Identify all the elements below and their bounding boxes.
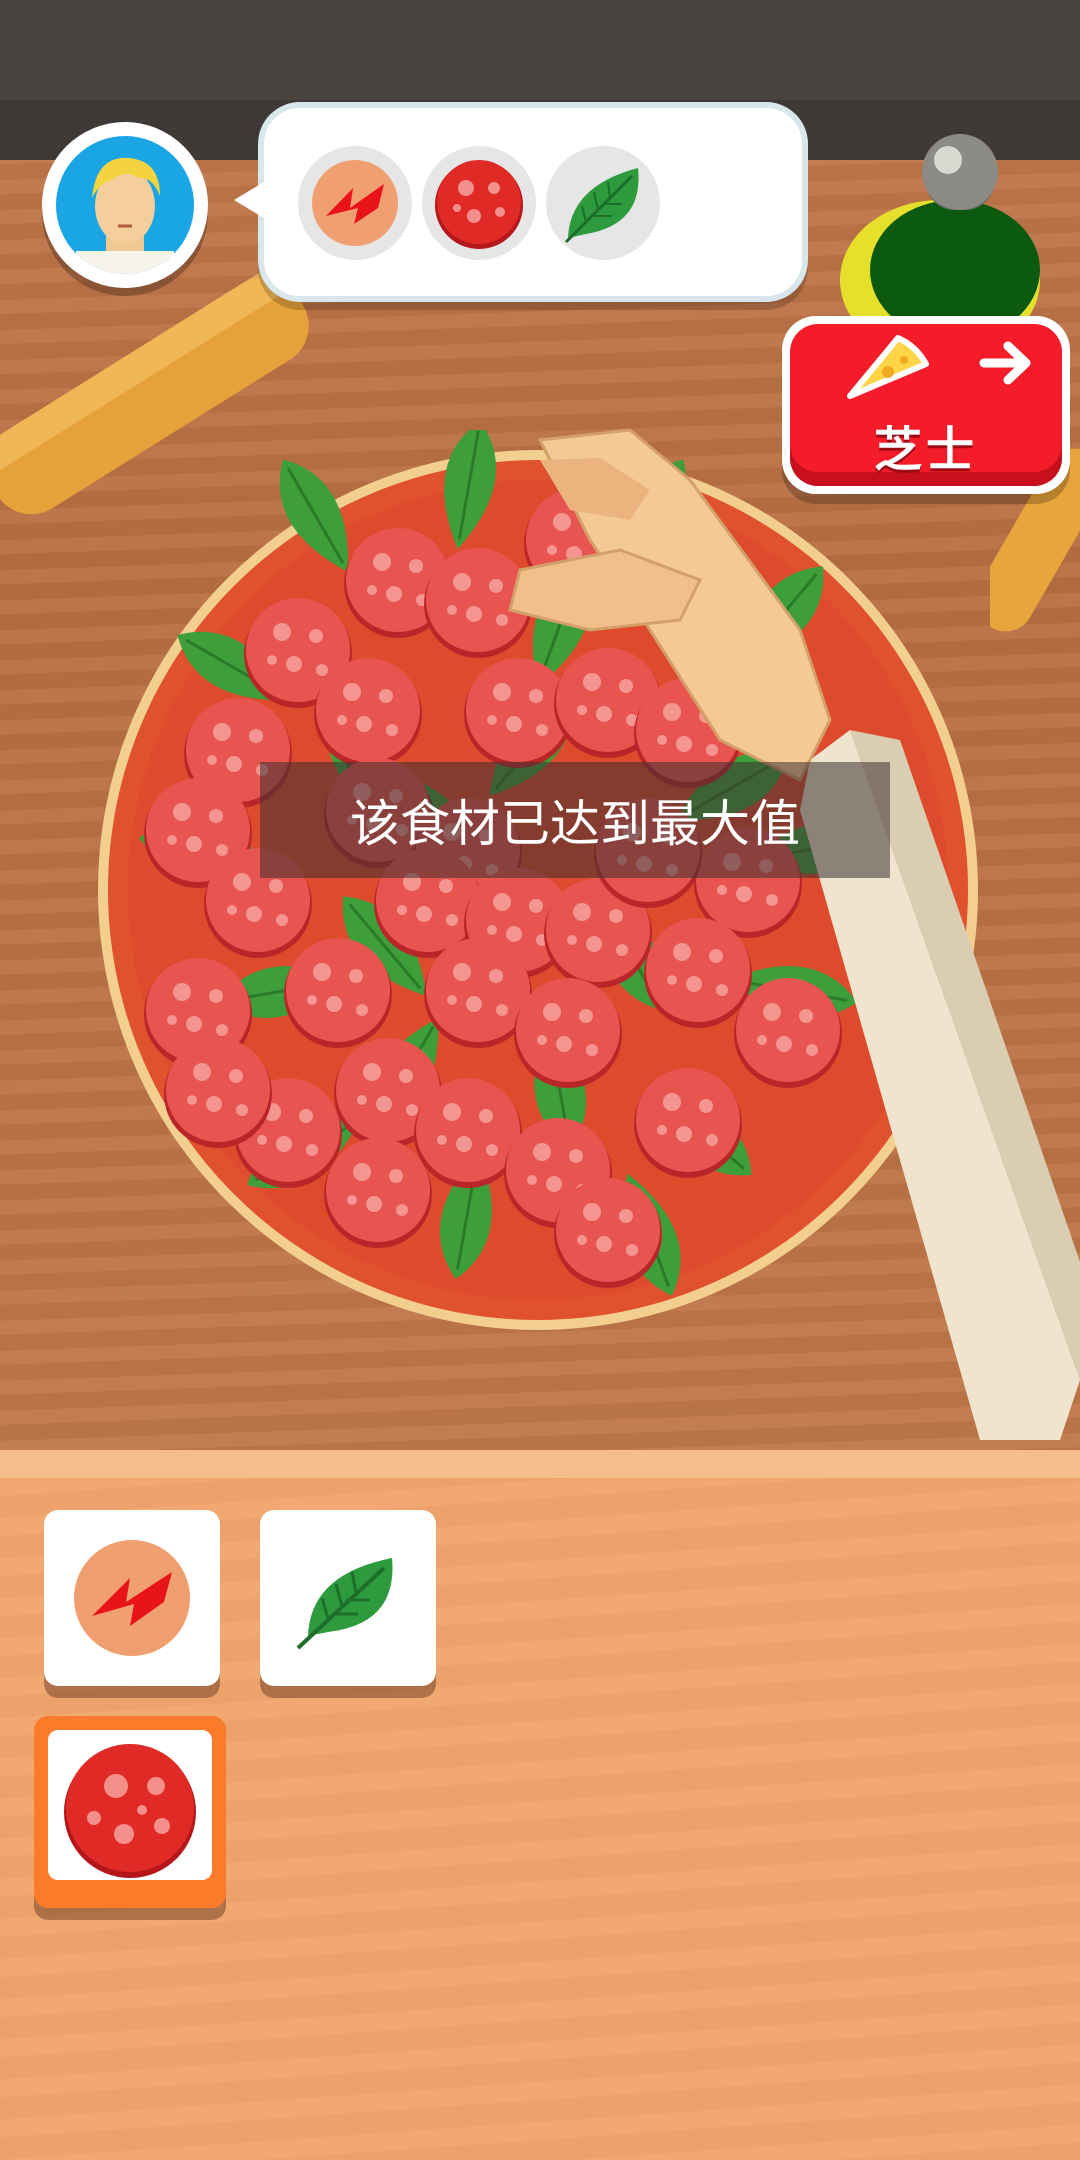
pepperoni-icon — [64, 1744, 196, 1878]
oil-bottle — [840, 134, 1040, 350]
next-ingredient-button[interactable]: 芝士 — [782, 316, 1070, 494]
pepperoni-slice — [324, 1138, 432, 1248]
next-ingredient-label: 芝士 — [873, 422, 978, 478]
ingredient-card-pepperoni[interactable] — [34, 1716, 226, 1908]
pepperoni-slice — [284, 938, 392, 1048]
pepperoni-icon — [435, 160, 523, 249]
arrow-right-icon — [979, 341, 1031, 385]
basil-icon — [564, 168, 639, 244]
ingredient-card-basil[interactable] — [260, 1510, 436, 1686]
cheese-slice-icon — [847, 335, 929, 399]
game-scene: 芝士 该食材已达到最大值 — [0, 0, 1080, 1450]
ingredient-tray — [0, 1450, 1080, 2160]
requested-pepperoni — [422, 146, 536, 260]
customer-face-icon — [76, 157, 174, 274]
customer-avatar — [42, 122, 208, 288]
ingredient-card-sauce[interactable] — [44, 1510, 220, 1686]
max-ingredient-toast: 该食材已达到最大值 — [260, 762, 890, 878]
pepperoni-slice — [164, 1038, 272, 1148]
order-bubble — [234, 102, 808, 302]
requested-basil — [546, 146, 660, 260]
requested-sauce — [298, 146, 412, 260]
basil-icon — [296, 1558, 393, 1650]
sauce-icon — [74, 1540, 190, 1656]
toast-message: 该食材已达到最大值 — [350, 795, 800, 853]
hand-arm — [508, 428, 1080, 1440]
pepperoni-slice — [314, 658, 422, 768]
sauce-icon — [312, 160, 398, 246]
